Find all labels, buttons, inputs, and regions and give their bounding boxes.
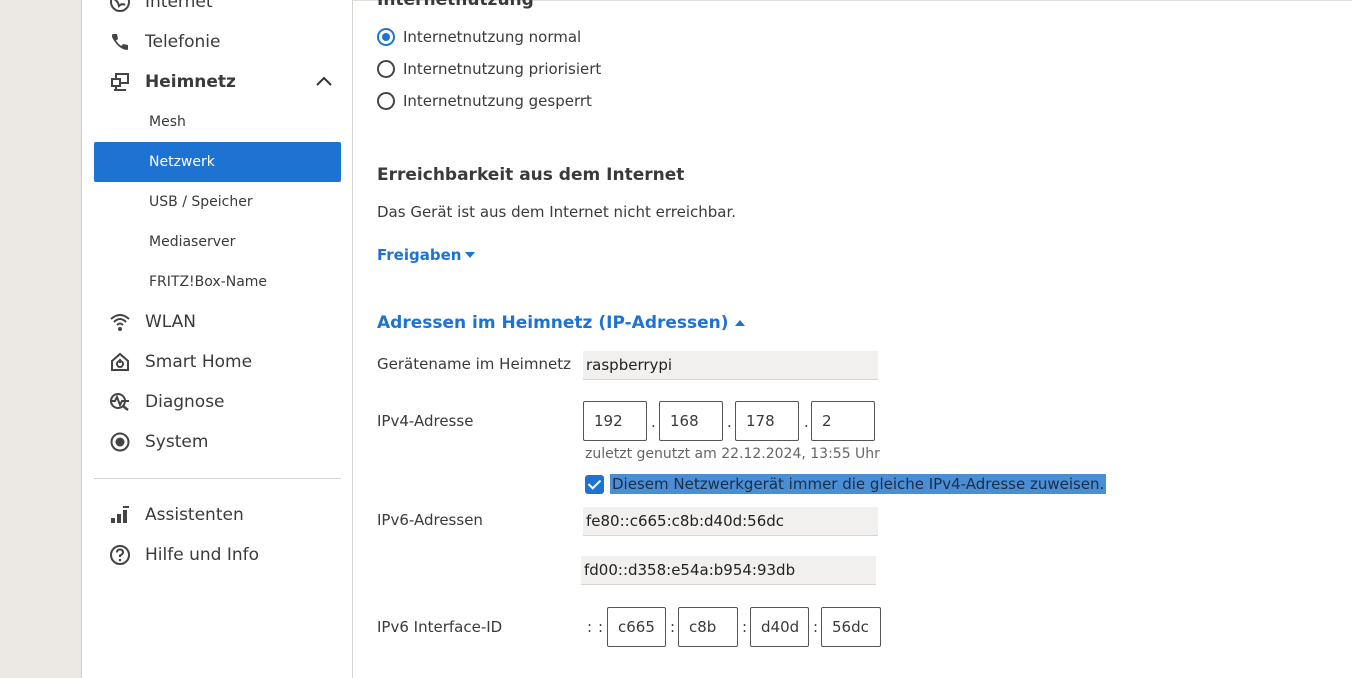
usage-heading: Internetnutzung	[377, 0, 534, 10]
radio-button[interactable]	[377, 28, 395, 46]
ipv6-label: IPv6-Adressen	[377, 511, 483, 529]
freigaben-label: Freigaben	[377, 246, 462, 264]
nav-label: Smart Home	[145, 352, 253, 372]
sidebar-sub-netzwerk[interactable]: Netzwerk	[94, 142, 341, 182]
device-name-field: raspberrypi	[583, 351, 878, 380]
nav-label: Heimnetz	[145, 72, 236, 92]
nav-label: System	[145, 432, 209, 452]
help-icon	[98, 544, 142, 566]
ipv4-octet-1[interactable]: 192	[583, 401, 647, 441]
ipv4-separator: .	[804, 413, 809, 431]
wifi-icon	[98, 311, 142, 333]
radio-usage-normal[interactable]: Internetnutzung normal	[377, 28, 581, 46]
phone-icon	[98, 31, 142, 53]
radio-button[interactable]	[377, 92, 395, 110]
reach-text: Das Gerät ist aus dem Internet nicht err…	[377, 203, 737, 221]
sidebar-sub-usb[interactable]: USB / Speicher	[94, 182, 341, 222]
ipv6-iid-label: IPv6 Interface-ID	[377, 618, 503, 636]
nav-telefonie[interactable]: Telefonie	[94, 22, 341, 62]
nav-system[interactable]: System	[94, 422, 341, 462]
ip-heading: Adressen im Heimnetz (IP-Adressen)	[377, 313, 729, 333]
ipv4-separator: .	[727, 413, 732, 431]
nav-assistenten[interactable]: Assistenten	[94, 495, 341, 535]
last-used-text: zuletzt genutzt am 22.12.2024, 13:55 Uhr	[585, 446, 880, 462]
sidebar-divider	[94, 478, 341, 479]
ipv4-octet-2[interactable]: 168	[659, 401, 723, 441]
nav-hilfe[interactable]: Hilfe und Info	[94, 535, 341, 575]
ipv6-iid-field-3[interactable]: d40d	[750, 607, 809, 647]
ipv6-iid-separator: :	[742, 618, 748, 636]
ipv4-label: IPv4-Adresse	[377, 412, 474, 430]
nav-smart-home[interactable]: Smart Home	[94, 342, 341, 382]
triangle-down-icon	[465, 252, 476, 258]
radio-label: Internetnutzung normal	[403, 28, 582, 46]
nav-label: Hilfe und Info	[145, 545, 259, 565]
nav-heimnetz[interactable]: Heimnetz	[94, 62, 341, 102]
ipv4-octet-4[interactable]: 2	[811, 401, 875, 441]
globe-icon	[98, 0, 142, 13]
reach-heading: Erreichbarkeit aus dem Internet	[377, 165, 685, 185]
radio-usage-gesperrt[interactable]: Internetnutzung gesperrt	[377, 92, 592, 110]
main-content: Internetnutzung Internetnutzung normal I…	[352, 0, 1352, 678]
nav-label: Internet	[145, 0, 213, 12]
ipv6-iid-field-2[interactable]: c8b	[678, 607, 738, 647]
sidebar-sub-fritzbox-name[interactable]: FRITZ!Box-Name	[94, 262, 341, 302]
nav-label: Telefonie	[145, 32, 221, 52]
radio-button[interactable]	[377, 60, 395, 78]
nav-internet[interactable]: Internet	[94, 0, 341, 22]
assistant-icon	[98, 504, 142, 526]
network-icon	[98, 71, 142, 93]
same-ip-label: Diesem Netzwerkgerät immer die gleiche I…	[610, 474, 1107, 494]
ipv6-iid-field-4[interactable]: 56dc	[821, 607, 881, 647]
chevron-up-icon[interactable]	[315, 73, 333, 91]
ipv6-iid-field-1[interactable]: c665	[607, 607, 666, 647]
ipv6-address-2: fd00::d358:e54a:b954:93db	[581, 556, 876, 585]
diagnose-icon	[98, 391, 142, 413]
ipv6-iid-separator: :	[670, 618, 676, 636]
sidebar: Internet Telefonie Heimnetz Mesh Netzwer…	[81, 0, 352, 678]
device-name-label: Gerätename im Heimnetz	[377, 355, 571, 373]
sidebar-sub-mediaserver[interactable]: Mediaserver	[94, 222, 341, 262]
ipv6-iid-separator: :	[813, 618, 819, 636]
ipv6-address-1: fe80::c665:c8b:d40d:56dc	[583, 507, 878, 536]
nav-label: Diagnose	[145, 392, 225, 412]
ip-addresses-toggle[interactable]: Adressen im Heimnetz (IP-Adressen)	[377, 313, 745, 333]
ipv6-iid-separator: :	[598, 618, 604, 636]
triangle-up-icon	[734, 320, 745, 326]
system-icon	[98, 431, 142, 453]
ipv6-iid-separator: :	[587, 618, 593, 636]
radio-usage-priorisiert[interactable]: Internetnutzung priorisiert	[377, 60, 601, 78]
nav-wlan[interactable]: WLAN	[94, 302, 341, 342]
radio-label: Internetnutzung priorisiert	[403, 60, 602, 78]
ipv4-octet-3[interactable]: 178	[735, 401, 799, 441]
same-ip-checkbox[interactable]	[585, 474, 604, 494]
sidebar-sub-mesh[interactable]: Mesh	[94, 102, 341, 142]
nav-diagnose[interactable]: Diagnose	[94, 382, 341, 422]
radio-label: Internetnutzung gesperrt	[403, 92, 592, 110]
ipv4-separator: .	[651, 413, 656, 431]
smart-home-icon	[98, 351, 142, 373]
nav-label: WLAN	[145, 312, 197, 332]
same-ip-checkbox-row[interactable]: Diesem Netzwerkgerät immer die gleiche I…	[585, 474, 1107, 494]
freigaben-link[interactable]: Freigaben	[377, 246, 476, 264]
nav-label: Assistenten	[145, 505, 244, 525]
